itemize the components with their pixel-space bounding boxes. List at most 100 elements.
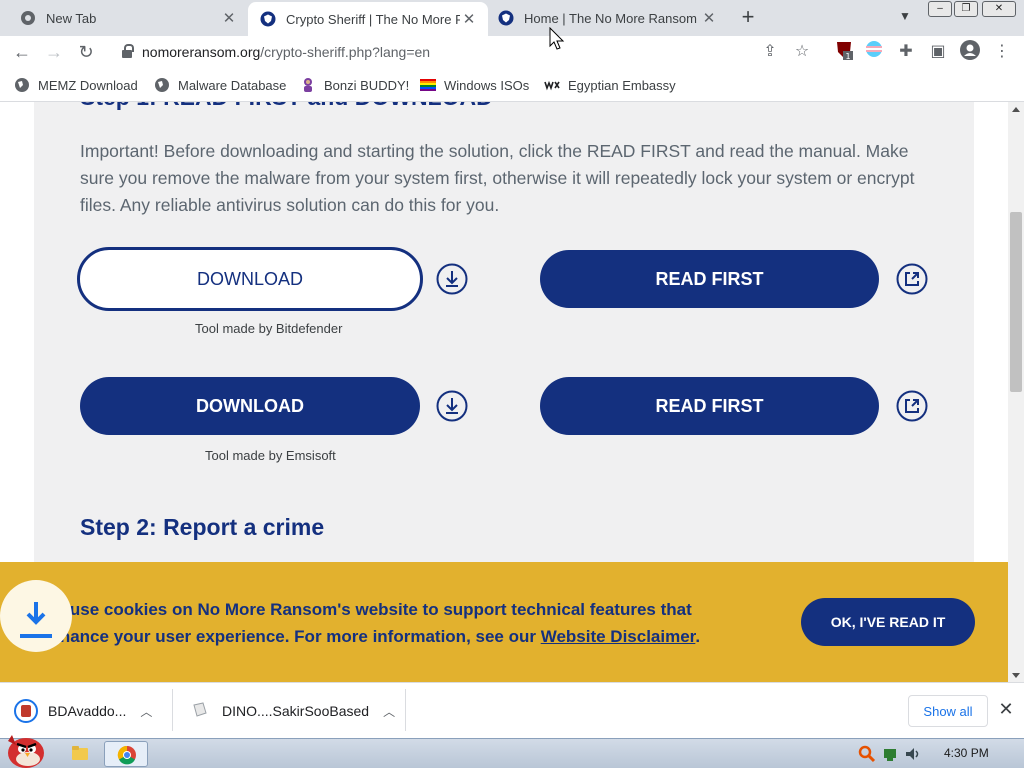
globe-icon xyxy=(155,78,169,92)
bookmark-malware-database[interactable]: Malware Database xyxy=(154,75,286,95)
bookmark-label: Egyptian Embassy xyxy=(568,77,676,93)
taskbar-explorer-button[interactable] xyxy=(58,741,102,767)
shelf-divider xyxy=(405,689,406,731)
rainbow-flag-icon xyxy=(420,79,436,91)
download-item-dino[interactable]: DINO....SakirSooBased ︿ xyxy=(188,693,395,729)
instructions-paragraph: Important! Before downloading and starti… xyxy=(80,141,915,215)
page-viewport: Step 1: READ FIRST and DOWNLOAD Importan… xyxy=(0,102,1008,682)
globe-icon xyxy=(15,78,29,92)
website-disclaimer-link[interactable]: Website Disclaimer xyxy=(541,627,696,646)
star-icon[interactable]: ☆ xyxy=(790,40,814,64)
bookmark-label: Windows ISOs xyxy=(444,77,530,93)
chrome-icon xyxy=(117,745,136,765)
reload-icon[interactable]: ↻ xyxy=(74,40,98,64)
page-scrollbar[interactable] xyxy=(1008,102,1024,682)
taskbar: 4:30 PM xyxy=(0,735,1024,768)
chevron-up-icon[interactable]: ︿ xyxy=(383,703,395,720)
download-circle-icon[interactable] xyxy=(436,390,468,422)
wix-icon xyxy=(544,80,560,91)
download-file-name: DINO....SakirSooBased xyxy=(222,703,370,719)
bookmark-egyptian-embassy[interactable]: Egyptian Embassy xyxy=(544,75,676,95)
cookie-banner: We use cookies on No More Ransom's websi… xyxy=(0,562,1008,682)
extension-icon[interactable] xyxy=(862,40,886,64)
extension-badge: 1 xyxy=(845,52,850,60)
start-button-angry-bird-icon[interactable] xyxy=(2,731,48,768)
download-file-name: BDAvaddo... xyxy=(48,703,127,719)
folder-icon xyxy=(72,746,88,760)
url-path: /crypto-sheriff.php?lang=en xyxy=(260,44,431,60)
new-tab-button[interactable]: + xyxy=(736,6,760,30)
download-circle-icon[interactable] xyxy=(436,263,468,295)
tab-new-tab[interactable]: New Tab ✕ xyxy=(0,2,248,34)
network-icon[interactable] xyxy=(882,745,900,763)
tab-title: New Tab xyxy=(46,10,97,26)
scroll-down-arrow-icon[interactable] xyxy=(1012,673,1020,678)
address-bar[interactable]: nomoreransom.org/crypto-sheriff.php?lang… xyxy=(108,37,822,67)
shelf-divider xyxy=(172,689,173,731)
share-icon[interactable]: ⇪ xyxy=(758,40,782,64)
download-progress-bubble[interactable] xyxy=(0,580,72,652)
scroll-thumb[interactable] xyxy=(1010,212,1022,392)
close-tab-icon[interactable]: ✕ xyxy=(700,9,718,27)
show-all-button[interactable]: Show all xyxy=(908,695,988,727)
chrome-icon xyxy=(21,11,35,25)
url-domain: nomoreransom.org xyxy=(142,44,261,60)
chevron-up-icon[interactable]: ︿ xyxy=(140,703,152,720)
menu-kebab-icon[interactable]: ⋮ xyxy=(990,40,1014,64)
restore-button[interactable]: ❐ xyxy=(954,1,978,17)
search-icon[interactable] xyxy=(858,745,876,763)
bookmarks-bar: MEMZ Download Malware Database Bonzi BUD… xyxy=(0,68,1024,102)
cookie-text: We use cookies on No More Ransom's websi… xyxy=(40,596,760,650)
tool-caption-bitdefender: Tool made by Bitdefender xyxy=(195,321,343,336)
nmr-shield-icon xyxy=(498,10,514,26)
close-window-button[interactable]: ✕ xyxy=(982,1,1016,17)
close-tab-icon[interactable]: ✕ xyxy=(460,10,478,28)
step1-heading: Step 1: READ FIRST and DOWNLOAD xyxy=(80,102,493,111)
read-first-button-emsisoft[interactable]: READ FIRST xyxy=(540,377,879,435)
tab-crypto-sheriff[interactable]: Crypto Sheriff | The No More Ransom ✕ xyxy=(248,2,488,36)
scroll-up-arrow-icon[interactable] xyxy=(1012,107,1020,112)
download-button-emsisoft[interactable]: DOWNLOAD xyxy=(80,377,420,435)
cookie-text-end: . xyxy=(695,627,701,646)
mouse-cursor-icon xyxy=(549,27,565,50)
read-first-button-bitdefender[interactable]: READ FIRST xyxy=(540,250,879,308)
tab-home[interactable]: Home | The No More Ransom ✕ xyxy=(488,2,728,34)
download-button-bitdefender[interactable]: DOWNLOAD xyxy=(77,247,423,311)
nmr-shield-icon xyxy=(260,11,276,27)
bonzi-icon xyxy=(304,78,312,92)
external-link-circle-icon[interactable] xyxy=(896,390,928,422)
close-shelf-icon[interactable]: ✕ xyxy=(996,699,1016,719)
bitdefender-file-icon xyxy=(14,699,38,723)
browser-toolbar: ← → ↻ nomoreransom.org/crypto-sheriff.ph… xyxy=(0,36,1024,68)
bookmark-bonzi-buddy[interactable]: Bonzi BUDDY! xyxy=(300,75,409,95)
minimize-button[interactable]: – xyxy=(928,1,952,17)
external-link-circle-icon[interactable] xyxy=(896,263,928,295)
forward-arrow-icon[interactable]: → xyxy=(42,40,66,64)
bookmark-label: MEMZ Download xyxy=(38,77,138,93)
tab-search-chevron-icon[interactable]: ▼ xyxy=(896,9,914,27)
bookmark-memz[interactable]: MEMZ Download xyxy=(14,75,138,95)
volume-icon[interactable] xyxy=(904,745,922,763)
download-arrow-icon xyxy=(20,602,52,638)
puzzle-extensions-icon[interactable]: ✚ xyxy=(894,40,918,64)
taskbar-clock[interactable]: 4:30 PM xyxy=(944,746,989,760)
back-arrow-icon[interactable]: ← xyxy=(10,40,34,64)
taskbar-chrome-button[interactable] xyxy=(104,741,148,767)
side-panel-icon[interactable]: ▣ xyxy=(926,40,950,64)
screen: New Tab ✕ Crypto Sheriff | The No More R… xyxy=(0,0,1024,768)
profile-avatar-icon[interactable] xyxy=(958,40,982,64)
step2-heading: Step 2: Report a crime xyxy=(80,514,325,540)
accept-cookies-button[interactable]: OK, I'VE READ IT xyxy=(801,598,975,646)
bookmark-windows-isos[interactable]: Windows ISOs xyxy=(420,75,529,95)
close-tab-icon[interactable]: ✕ xyxy=(220,9,238,27)
lock-icon[interactable] xyxy=(122,44,134,58)
bookmark-label: Bonzi BUDDY! xyxy=(324,77,410,93)
tab-title: Home | The No More Ransom xyxy=(524,10,697,26)
tool-caption-emsisoft: Tool made by Emsisoft xyxy=(205,448,336,463)
ublock-extension-icon[interactable]: 1 xyxy=(832,40,856,64)
download-shelf: BDAvaddo... ︿ DINO....SakirSooBased ︿ Sh… xyxy=(0,682,1024,738)
download-item-bdavaddo[interactable]: BDAvaddo... ︿ xyxy=(14,693,152,729)
tab-strip: New Tab ✕ Crypto Sheriff | The No More R… xyxy=(0,0,1024,36)
bookmark-label: Malware Database xyxy=(178,77,287,93)
tab-title: Crypto Sheriff | The No More Ransom xyxy=(286,11,460,27)
